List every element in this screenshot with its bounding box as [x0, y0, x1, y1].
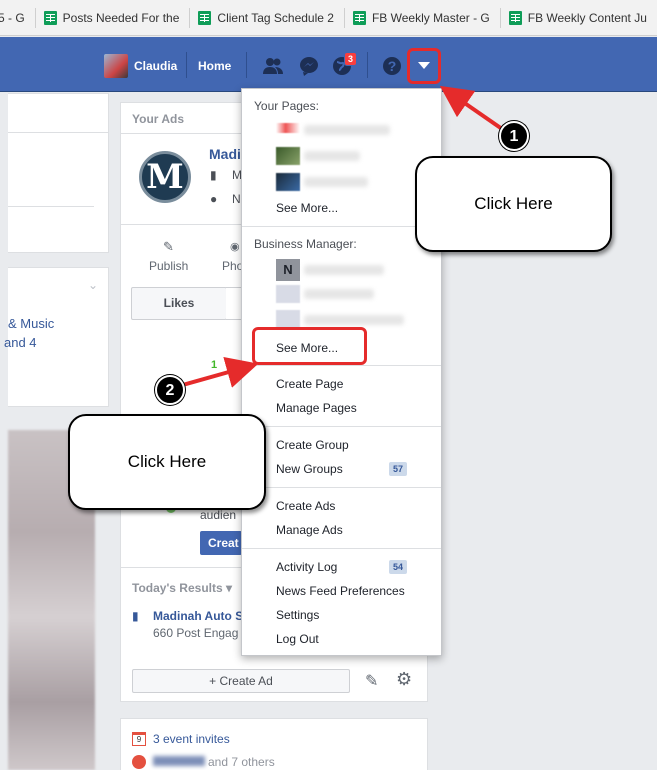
step-1-marker: 1: [499, 121, 529, 151]
step-2-marker: 2: [155, 375, 185, 405]
annotation-arrows: [171, 85, 507, 390]
arrow-1: [439, 85, 507, 133]
callout-step-2: Click Here: [68, 414, 266, 510]
callout-step-1: Click Here: [415, 156, 612, 252]
